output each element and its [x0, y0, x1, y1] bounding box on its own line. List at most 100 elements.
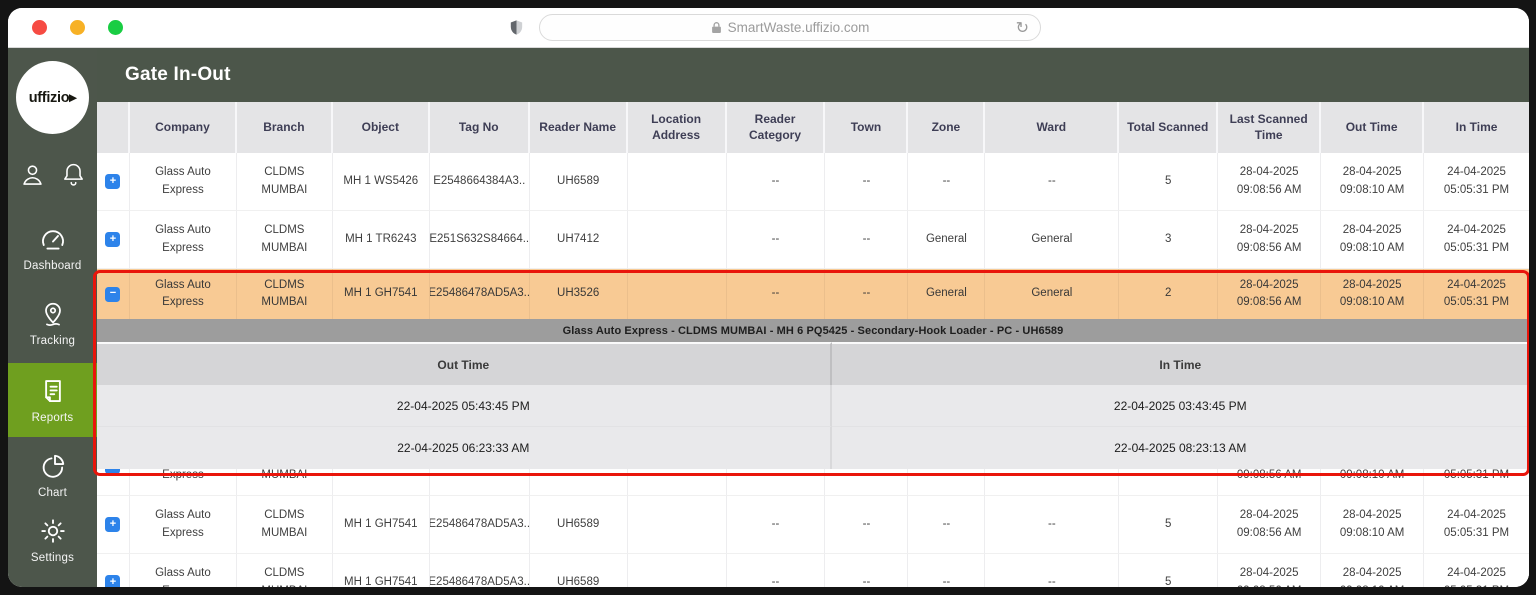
column-header[interactable]: Branch [237, 102, 333, 153]
zoom-window-button[interactable] [108, 20, 123, 35]
cell: 28-04-2025 09:08:56 AM [1218, 496, 1322, 554]
cell: CLDMS MUMBAI [236, 496, 333, 554]
expanded-row-details: Glass Auto Express - CLDMS MUMBAI - MH 6… [97, 319, 1529, 469]
cell: 28-04-2025 09:08:10 AM [1321, 469, 1425, 496]
cell: 28-04-2025 09:08:56 AM [1218, 469, 1322, 496]
expand-row-button[interactable]: + [105, 232, 121, 247]
cell: CLDMS MUMBAI [236, 469, 333, 496]
sidebar-item-dashboard[interactable]: Dashboard [8, 224, 97, 272]
cell: UH7412 [529, 211, 628, 269]
cell: 28-04-2025 09:08:10 AM [1321, 269, 1425, 319]
shield-icon[interactable] [508, 17, 525, 38]
cell: -- [825, 554, 909, 587]
cell: Glass Auto Express [130, 269, 237, 319]
sidebar-item-label: Chart [37, 487, 68, 499]
detail-column-in-time: In Time [831, 342, 1529, 385]
sidebar-item-label: Settings [30, 552, 75, 564]
column-header[interactable]: Total Scanned [1119, 102, 1219, 153]
cell: E25486478AD5A3.. [430, 554, 530, 587]
cell: -- [908, 496, 986, 554]
cell: E25486478AD5A3.. [429, 469, 530, 496]
cell: 24-04-2025 05:05:31 PM [1424, 153, 1529, 211]
expand-row-button[interactable]: + [105, 517, 121, 532]
cell: E2548664384A3.. [429, 153, 530, 211]
column-header[interactable]: Town [825, 102, 909, 153]
expand-row-button[interactable]: + [105, 575, 121, 587]
detail-in-time-value: 22-04-2025 03:43:45 PM [831, 385, 1529, 427]
cell: -- [727, 269, 826, 319]
detail-title: Glass Auto Express - CLDMS MUMBAI - MH 6… [97, 319, 1529, 342]
sidebar-item-label: Reports [31, 412, 74, 424]
page-title: Gate In-Out [97, 48, 1529, 102]
cell: -- [908, 469, 986, 496]
cell: General [908, 211, 986, 269]
collapse-row-button[interactable]: − [105, 286, 121, 302]
column-header[interactable]: Zone [908, 102, 986, 153]
cell: MH 1 GH7541 [332, 469, 430, 496]
window-controls [32, 8, 123, 47]
column-header[interactable]: Location Address [628, 102, 727, 153]
browser-window: SmartWaste.uffizio.com ↻ uffizio▸ Dashbo… [8, 8, 1529, 587]
cell: CLDMS MUMBAI [236, 211, 333, 269]
sidebar-item-label: Dashboard [23, 260, 82, 272]
cell: Glass Auto Express [129, 211, 237, 269]
column-header[interactable]: Last Scanned Time [1218, 102, 1322, 153]
column-header[interactable]: Tag No [430, 102, 530, 153]
cell: -- [825, 469, 909, 496]
table-row: + Glass Auto ExpressCLDMS MUMBAIMH 1 GH75… [97, 554, 1529, 587]
gate-in-out-table: + Glass Auto Express CLDMS MUMBAI MH 1 WS54… [97, 153, 1529, 587]
column-header[interactable]: Out Time [1321, 102, 1425, 153]
cell: -- [908, 153, 986, 211]
refresh-icon[interactable]: ↻ [1016, 15, 1029, 40]
cell: CLDMS MUMBAI [237, 269, 333, 319]
cell: -- [985, 554, 1120, 587]
cell: 24-04-2025 05:05:31 PM [1424, 469, 1529, 496]
cell: 5 [1119, 469, 1219, 496]
address-bar[interactable]: SmartWaste.uffizio.com ↻ [539, 14, 1041, 41]
cell [628, 269, 727, 319]
cell: -- [726, 211, 826, 269]
cell: -- [825, 211, 909, 269]
sidebar-item-reports[interactable]: Reports [8, 363, 97, 437]
cell: UH6589 [529, 153, 628, 211]
column-header[interactable]: Reader Name [530, 102, 628, 153]
expand-row-button[interactable]: + [105, 469, 121, 474]
cell: UH3526 [530, 269, 628, 319]
sidebar-item-settings[interactable]: Settings [8, 516, 97, 564]
user-icon[interactable] [18, 161, 47, 188]
cell: 28-04-2025 09:08:10 AM [1321, 496, 1425, 554]
column-header[interactable]: In Time [1424, 102, 1529, 153]
column-header[interactable]: Object [333, 102, 430, 153]
cell: General [985, 269, 1120, 319]
uffizio-logo: uffizio▸ [16, 61, 89, 134]
cell: General [908, 269, 986, 319]
cell: 28-04-2025 09:08:10 AM [1321, 153, 1425, 211]
column-header[interactable]: Company [130, 102, 237, 153]
sidebar-item-chart[interactable]: Chart [8, 451, 97, 499]
cell: 2 [1119, 269, 1219, 319]
minimize-window-button[interactable] [70, 20, 85, 35]
cell: UH6589 [530, 554, 628, 587]
cell: -- [825, 153, 909, 211]
cell: 28-04-2025 09:08:56 AM [1218, 269, 1322, 319]
close-window-button[interactable] [32, 20, 47, 35]
detail-out-time-value: 22-04-2025 05:43:45 PM [97, 385, 832, 427]
cell: 28-04-2025 09:08:10 AM [1321, 554, 1425, 587]
lock-icon [711, 21, 722, 34]
cell: -- [985, 469, 1120, 496]
cell: 5 [1119, 153, 1219, 211]
notifications-bell-icon[interactable] [60, 161, 87, 188]
sidebar-item-tracking[interactable]: Tracking [8, 299, 97, 347]
expand-row-button[interactable]: + [105, 174, 121, 189]
cell: 24-04-2025 05:05:31 PM [1424, 554, 1529, 587]
cell: 28-04-2025 09:08:56 AM [1218, 153, 1322, 211]
tracking-map-pin-icon [39, 299, 67, 329]
cell: MH 1 WS5426 [332, 153, 430, 211]
detail-in-time-value: 22-04-2025 08:23:13 AM [831, 427, 1529, 469]
column-header[interactable]: Ward [985, 102, 1120, 153]
chart-pie-icon [38, 451, 68, 481]
cell: 28-04-2025 09:08:10 AM [1321, 211, 1425, 269]
column-header[interactable] [97, 102, 130, 153]
column-header[interactable]: Reader Category [727, 102, 826, 153]
cell [627, 469, 727, 496]
